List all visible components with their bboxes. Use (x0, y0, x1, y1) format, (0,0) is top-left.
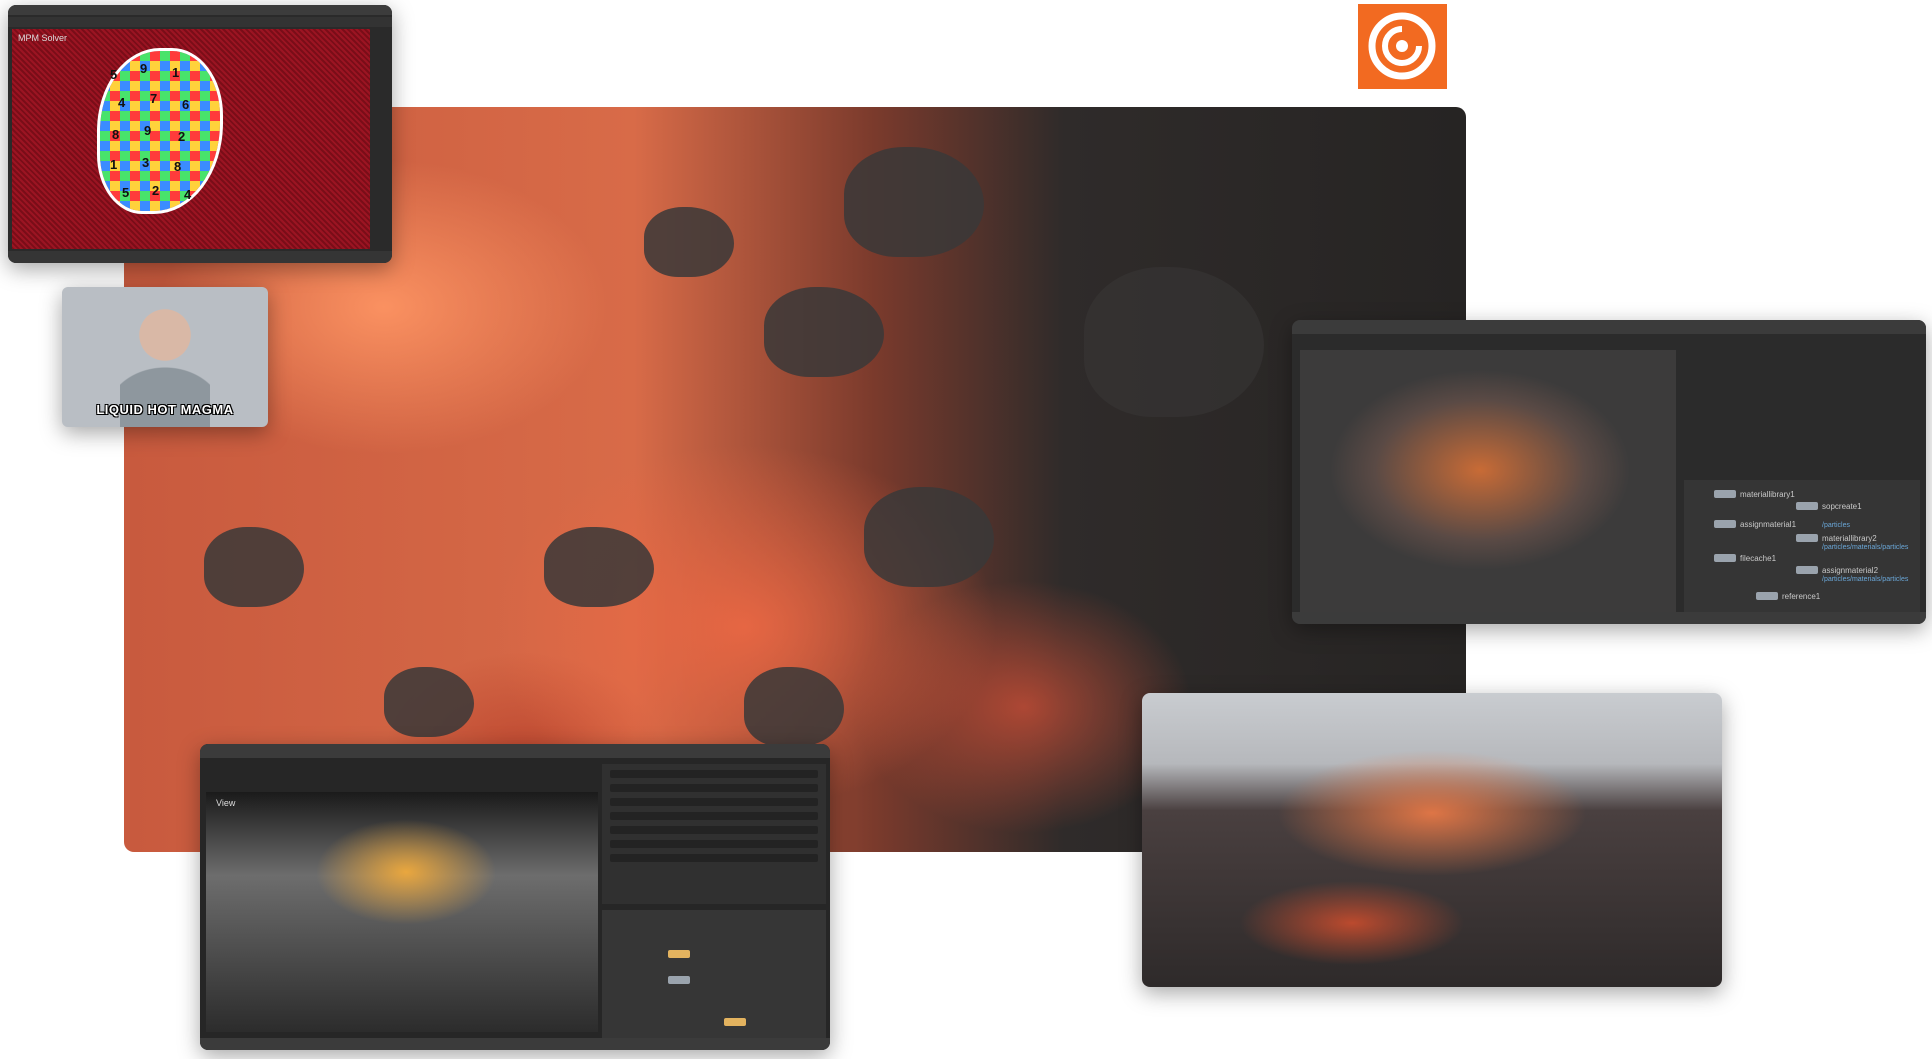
uv-number: 8 (112, 127, 120, 142)
uv-number: 2 (152, 183, 160, 198)
toolbar (200, 744, 830, 758)
uv-number: 2 (178, 129, 186, 144)
node-sopcreate1[interactable] (1796, 502, 1818, 510)
uv-number: 6 (182, 97, 190, 112)
node-sub: /particles/materials/particles (1822, 576, 1909, 583)
uv-number: 4 (118, 95, 126, 110)
node-label: reference1 (1782, 592, 1821, 601)
menu-bar (8, 5, 392, 15)
parm-row[interactable] (610, 826, 818, 834)
basalt-rock (544, 527, 654, 607)
houdini-spiral-icon (1368, 12, 1436, 80)
viewport[interactable]: View (206, 792, 598, 1032)
basalt-rock (384, 667, 474, 737)
houdini-solaris-window: materiallibrary1 sopcreate1 /particles a… (1292, 320, 1926, 624)
basalt-rock (864, 487, 994, 587)
viewport[interactable]: MPM Solver 5 9 1 4 7 6 8 9 2 1 3 8 5 2 4 (12, 29, 370, 249)
network-editor[interactable]: materiallibrary1 sopcreate1 /particles a… (1684, 480, 1920, 620)
basalt-rock (764, 287, 884, 377)
uv-number: 5 (110, 67, 118, 82)
lava-flow-photo (1142, 693, 1722, 987)
basalt-rock (1084, 267, 1264, 417)
uv-number: 8 (174, 159, 182, 174)
viewport-label: MPM Solver (18, 33, 68, 43)
uv-number: 1 (172, 65, 180, 80)
network-node[interactable] (724, 1018, 746, 1026)
uv-number: 5 (122, 185, 130, 200)
viewport[interactable] (1300, 350, 1676, 612)
parm-row[interactable] (610, 840, 818, 848)
node-sub: /particles/materials/particles (1822, 544, 1909, 551)
node-label: assignmaterial2 (1822, 566, 1879, 575)
node-assignmaterial2[interactable] (1796, 566, 1818, 574)
uv-number: 9 (140, 61, 148, 76)
basalt-rock (644, 207, 734, 277)
timeline-bar[interactable] (8, 251, 392, 263)
timeline-bar[interactable] (1292, 612, 1926, 624)
network-node[interactable] (668, 976, 690, 984)
meme-still: LIQUID HOT MAGMA (62, 287, 268, 427)
node-assignmaterial1[interactable] (1714, 520, 1736, 528)
toolbar (8, 17, 392, 27)
basalt-rock (844, 147, 984, 257)
toolbar (1292, 320, 1926, 334)
parm-row[interactable] (610, 854, 818, 862)
node-label: filecache1 (1740, 554, 1777, 563)
timeline-bar[interactable] (200, 1038, 830, 1050)
meme-caption: LIQUID HOT MAGMA (96, 402, 234, 417)
uv-number: 4 (184, 187, 192, 202)
node-label: sopcreate1 (1822, 502, 1862, 511)
node-label: materiallibrary2 (1822, 534, 1877, 543)
houdini-mpm-window: MPM Solver 5 9 1 4 7 6 8 9 2 1 3 8 5 2 4 (8, 5, 392, 263)
parm-row[interactable] (610, 784, 818, 792)
uv-checker-mesh: 5 9 1 4 7 6 8 9 2 1 3 8 5 2 4 (97, 48, 223, 214)
node-sub: /particles (1822, 522, 1851, 529)
parm-row[interactable] (610, 770, 818, 778)
node-reference1[interactable] (1756, 592, 1778, 600)
uv-number: 3 (142, 155, 150, 170)
node-label: materiallibrary1 (1740, 490, 1795, 499)
basalt-rock (204, 527, 304, 607)
network-editor[interactable] (602, 910, 826, 1044)
parm-row[interactable] (610, 812, 818, 820)
uv-number: 1 (110, 157, 118, 172)
basalt-rock (744, 667, 844, 747)
viewport-label: View (216, 798, 236, 808)
houdini-pyro-window: View (200, 744, 830, 1050)
houdini-logo (1358, 4, 1447, 89)
uv-number: 9 (144, 123, 152, 138)
node-materiallibrary2[interactable] (1796, 534, 1818, 542)
node-filecache1[interactable] (1714, 554, 1736, 562)
node-label: assignmaterial1 (1740, 520, 1797, 529)
uv-number: 7 (150, 91, 158, 106)
network-node[interactable] (668, 950, 690, 958)
parameter-editor[interactable] (602, 764, 826, 904)
parm-row[interactable] (610, 798, 818, 806)
node-materiallibrary1[interactable] (1714, 490, 1736, 498)
